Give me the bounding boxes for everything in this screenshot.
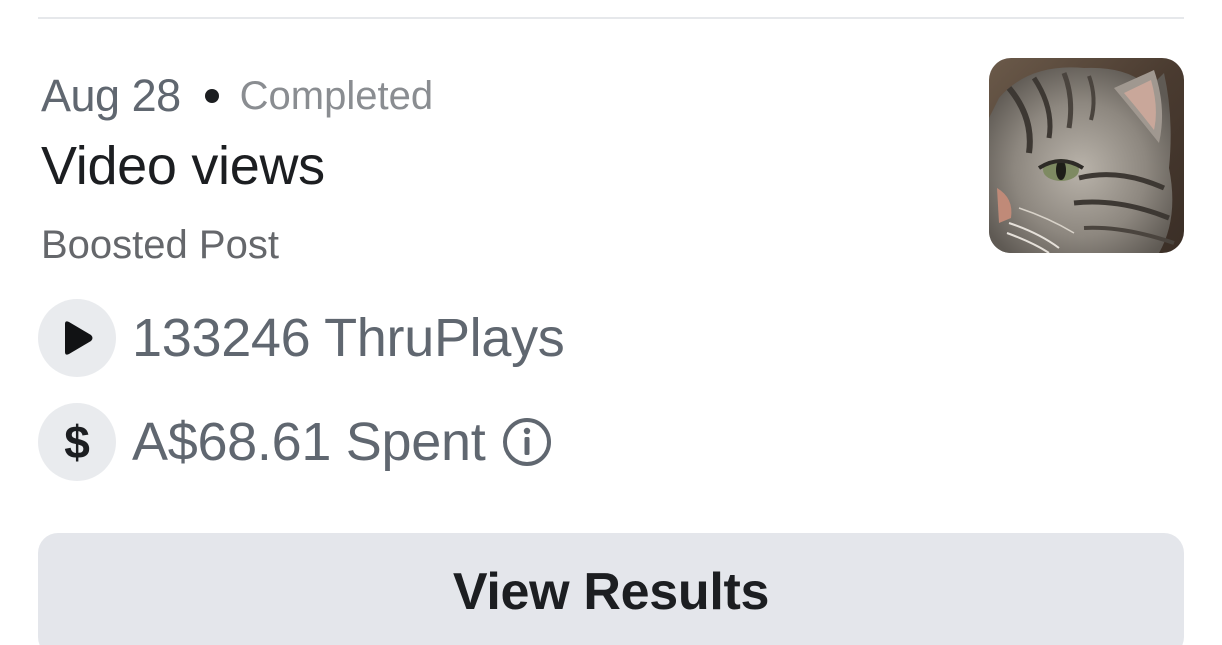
campaign-type: Boosted Post <box>41 223 279 267</box>
view-results-button[interactable]: View Results <box>38 533 1184 645</box>
play-icon-badge <box>38 299 116 377</box>
campaign-objective: Video views <box>41 136 325 196</box>
campaign-meta-row: Aug 28 Completed <box>41 68 433 124</box>
post-thumbnail[interactable] <box>989 58 1184 253</box>
spent-row: $ A$68.61 Spent <box>38 403 555 481</box>
dollar-icon-badge: $ <box>38 403 116 481</box>
amount-spent: A$68.61 Spent <box>132 412 486 472</box>
top-divider <box>38 17 1184 19</box>
view-results-label: View Results <box>452 563 770 621</box>
info-icon[interactable] <box>501 415 555 469</box>
thruplays-count: 133246 ThruPlays <box>132 308 565 368</box>
cat-photo-icon <box>989 58 1184 253</box>
campaign-status: Completed <box>239 73 434 118</box>
campaign-date: Aug 28 <box>41 70 181 121</box>
thruplays-row: 133246 ThruPlays <box>38 299 565 377</box>
dollar-icon: $ <box>64 416 90 468</box>
play-icon <box>65 321 93 355</box>
boosted-post-card: Aug 28 Completed Video views Boosted Pos… <box>0 0 1222 645</box>
separator-dot <box>204 89 219 103</box>
